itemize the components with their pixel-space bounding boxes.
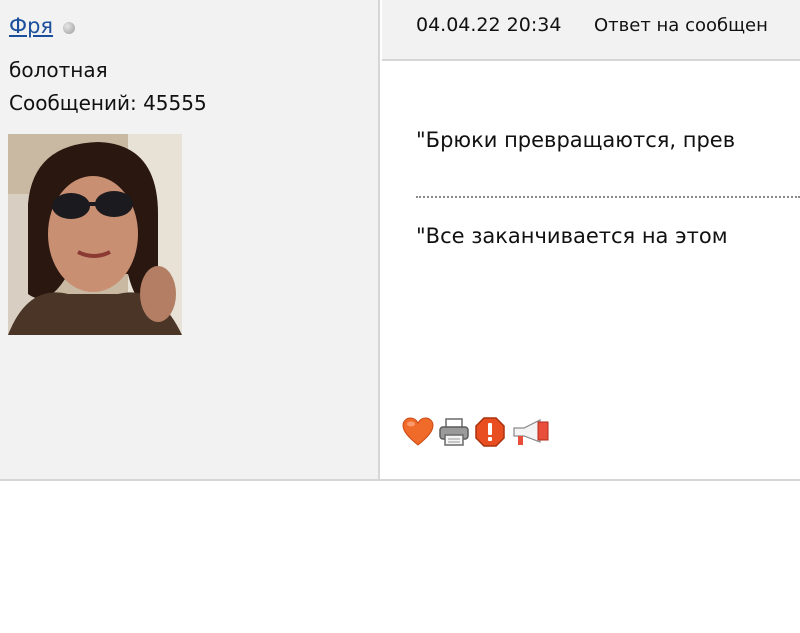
post-count: Сообщений: 45555 [9, 91, 207, 115]
user-status-text: болотная [9, 58, 108, 82]
warning-icon[interactable] [474, 416, 506, 448]
post-actions [402, 416, 549, 448]
post-header: 04.04.22 20:34 Ответ на сообщен [382, 0, 800, 61]
author-name-link[interactable]: Фря [9, 14, 53, 38]
author-line: Фря [9, 14, 76, 38]
post-date: 04.04.22 20:34 [416, 14, 562, 36]
avatar[interactable] [8, 134, 182, 335]
post-text-line: "Брюки превращаются, прев [416, 128, 736, 152]
heart-icon[interactable] [402, 416, 434, 448]
author-sidebar: Фря болотная Сообщений: 45555 [0, 0, 380, 479]
offline-status-icon [63, 22, 76, 34]
post-text-line: "Все заканчивается на этом [416, 224, 728, 248]
megaphone-icon[interactable] [510, 416, 549, 448]
post-title: Ответ на сообщен [594, 15, 768, 36]
post-content: 04.04.22 20:34 Ответ на сообщен "Брюки п… [382, 0, 800, 479]
avatar-image [8, 134, 182, 335]
quote-divider [416, 196, 800, 198]
printer-icon[interactable] [438, 416, 470, 448]
forum-post: Фря болотная Сообщений: 45555 04.04.22 2… [0, 0, 800, 481]
